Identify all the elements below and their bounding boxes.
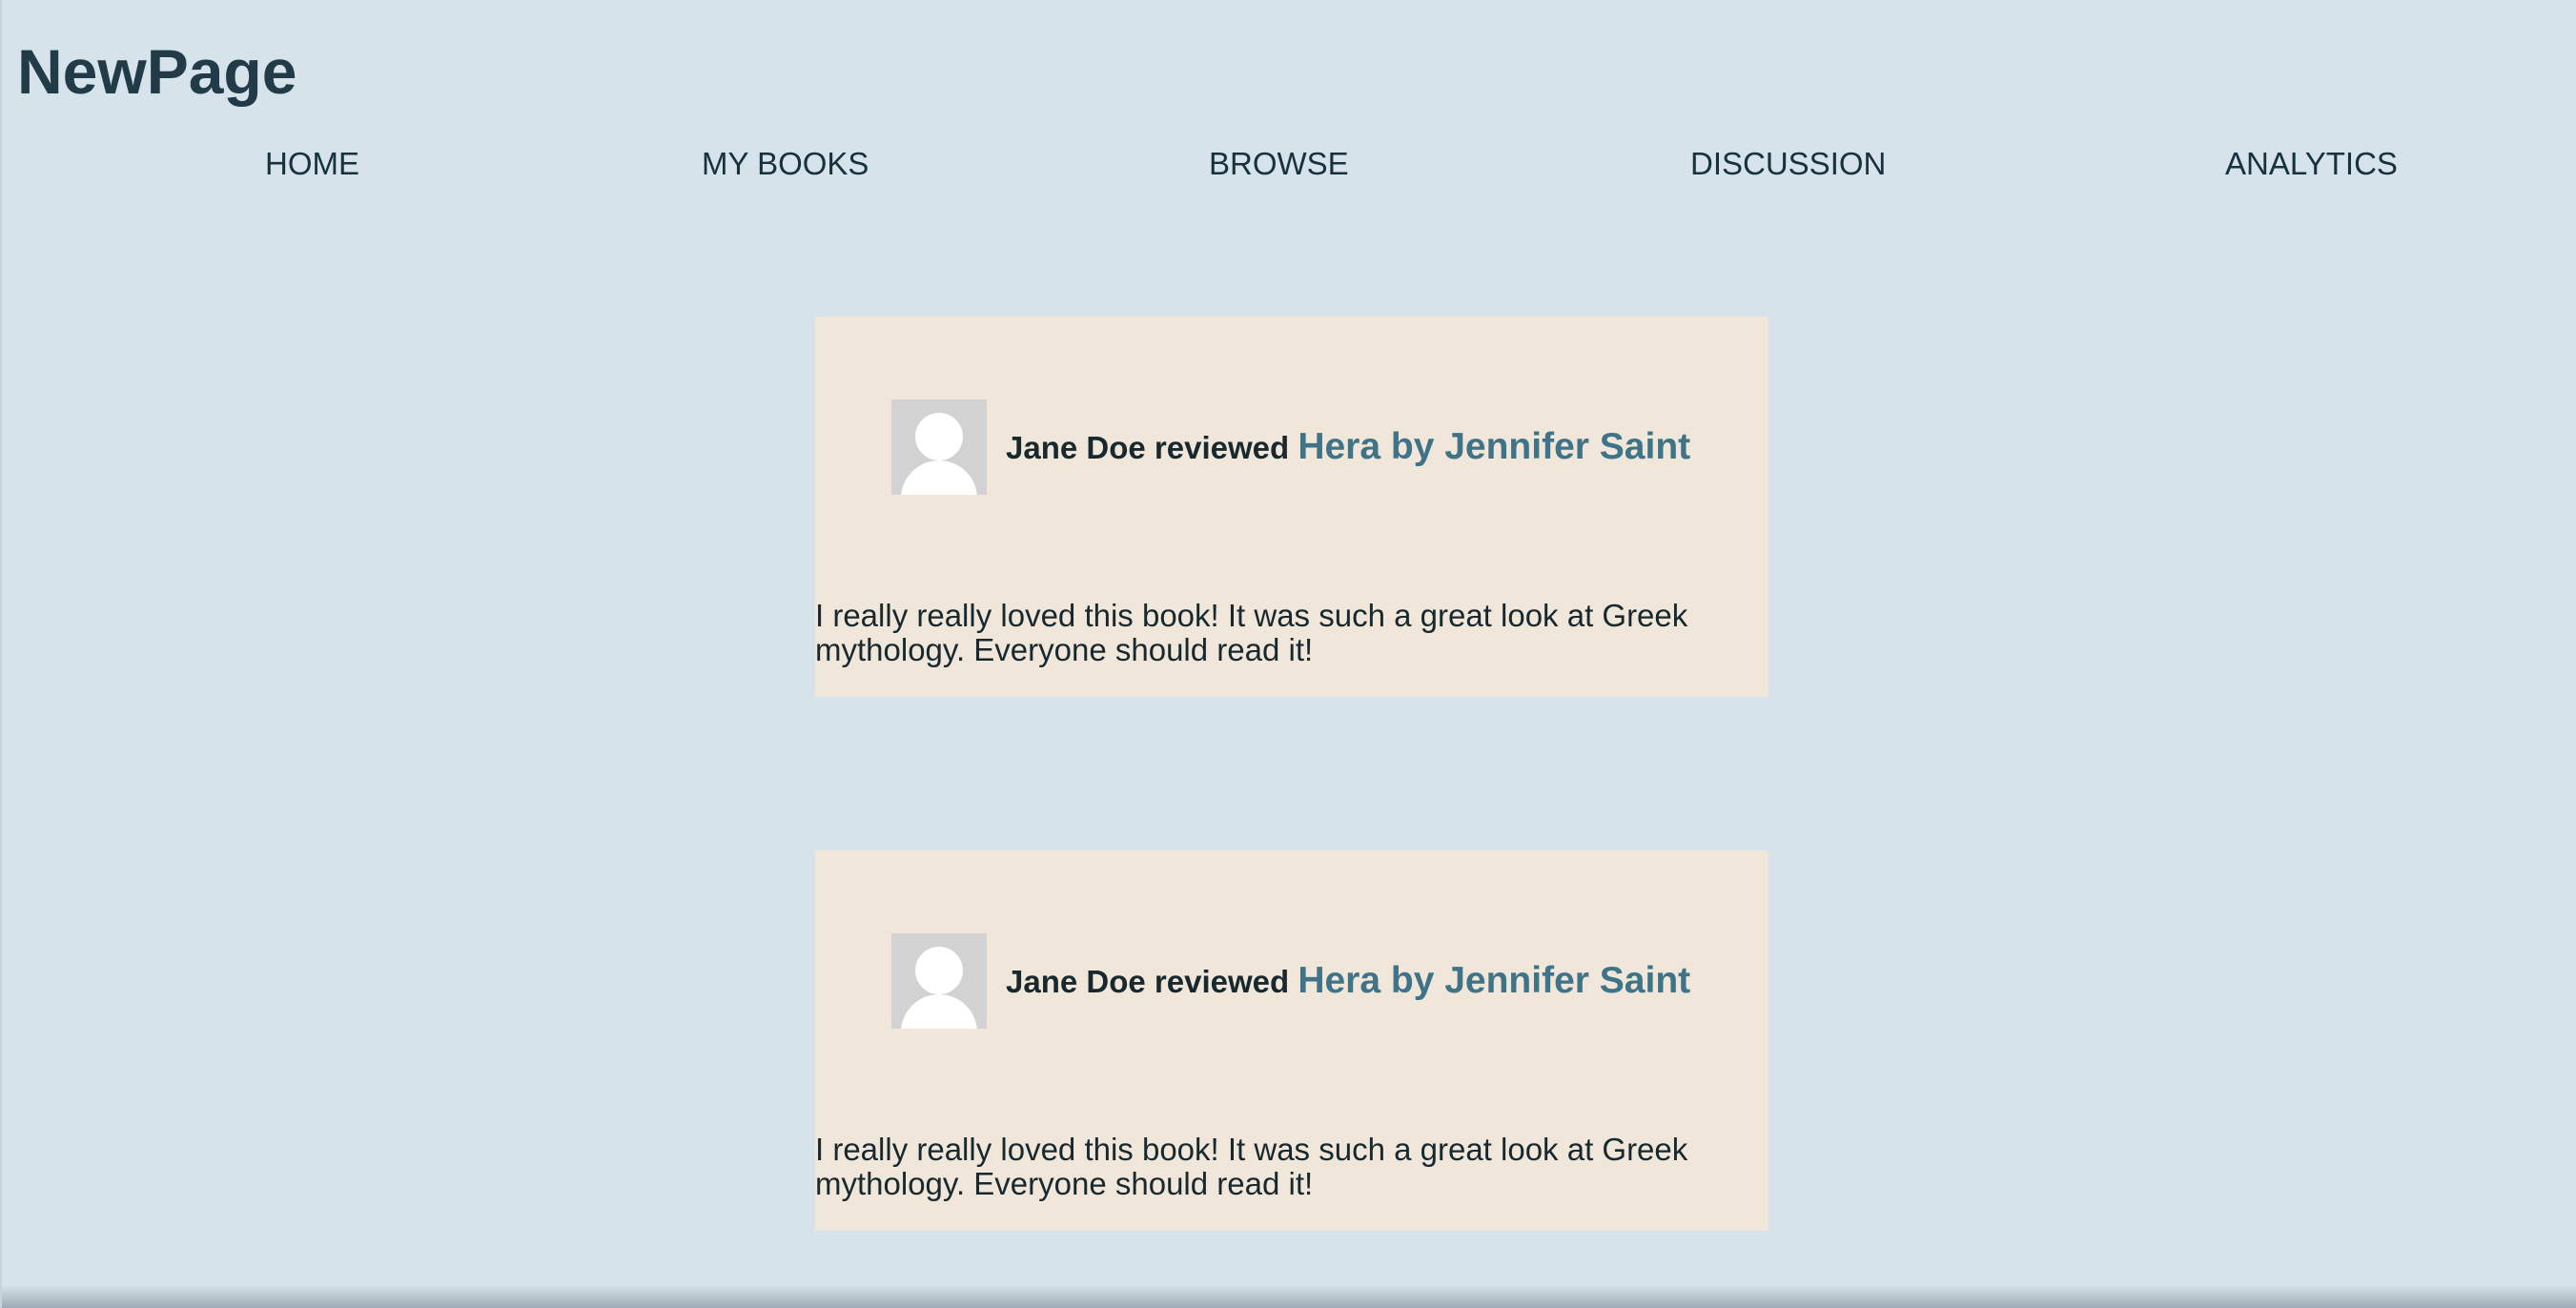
app-title: NewPage bbox=[17, 36, 297, 107]
page: NewPage HOME MY BOOKS BROWSE DISCUSSION … bbox=[0, 0, 2576, 1308]
review-text: I really really loved this book! It was … bbox=[815, 598, 1688, 667]
review-header: Jane Doe reviewed Hera by Jennifer Saint bbox=[1006, 425, 1690, 477]
book-title-link[interactable]: Hera by Jennifer Saint bbox=[1298, 960, 1690, 1001]
nav-browse[interactable]: BROWSE bbox=[1209, 145, 1349, 183]
window-bottom-edge bbox=[2, 1285, 2576, 1308]
avatar-silhouette bbox=[901, 947, 977, 1029]
nav-discussion[interactable]: DISCUSSION bbox=[1690, 145, 1886, 183]
user-avatar-icon bbox=[891, 933, 987, 1029]
nav-analytics[interactable]: ANALYTICS bbox=[2225, 145, 2398, 183]
review-header: Jane Doe reviewed Hera by Jennifer Saint bbox=[1006, 959, 1690, 1011]
review-card: Jane Doe reviewed Hera by Jennifer Saint… bbox=[815, 850, 1768, 1231]
reviewer-name: Jane Doe reviewed bbox=[1006, 430, 1298, 465]
book-title-link[interactable]: Hera by Jennifer Saint bbox=[1298, 426, 1690, 467]
avatar-silhouette bbox=[901, 413, 977, 495]
user-avatar-icon bbox=[891, 399, 987, 495]
review-text: I really really loved this book! It was … bbox=[815, 1132, 1688, 1201]
review-card: Jane Doe reviewed Hera by Jennifer Saint… bbox=[815, 317, 1768, 697]
nav-my-books[interactable]: MY BOOKS bbox=[702, 145, 869, 183]
nav-home[interactable]: HOME bbox=[265, 145, 359, 183]
reviewer-name: Jane Doe reviewed bbox=[1006, 964, 1298, 999]
